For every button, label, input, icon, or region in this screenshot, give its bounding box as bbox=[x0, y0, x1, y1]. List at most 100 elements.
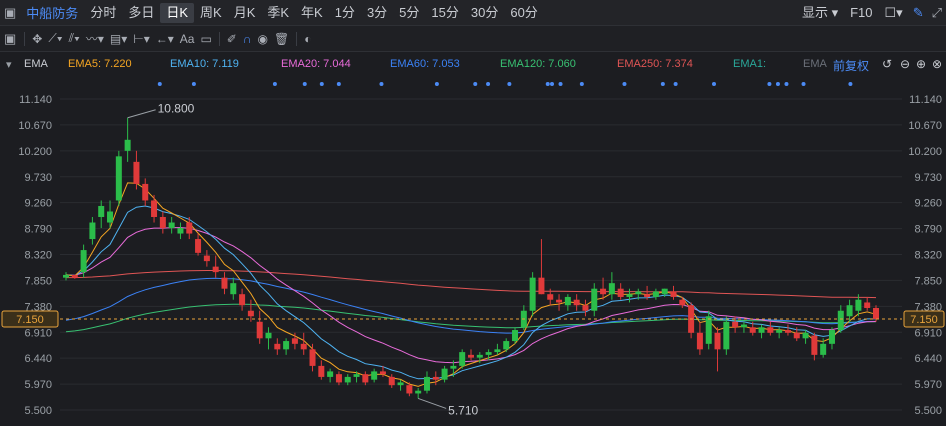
candle-body[interactable] bbox=[115, 156, 122, 201]
candle-body[interactable] bbox=[873, 307, 879, 320]
event-dot[interactable] bbox=[712, 82, 716, 86]
layout-dropdown[interactable]: ☐▾ bbox=[879, 3, 909, 23]
event-dot[interactable] bbox=[558, 82, 563, 86]
candle-body[interactable] bbox=[362, 374, 369, 383]
event-dot[interactable] bbox=[767, 82, 772, 86]
candle-body[interactable] bbox=[195, 239, 202, 253]
candle-body[interactable] bbox=[802, 332, 809, 339]
trash-icon[interactable]: 🗑 bbox=[271, 32, 292, 46]
event-dot[interactable] bbox=[545, 82, 550, 86]
event-dot[interactable] bbox=[473, 82, 478, 86]
candle-body[interactable] bbox=[300, 343, 307, 350]
candle-body[interactable] bbox=[371, 371, 378, 380]
candle-body[interactable] bbox=[837, 310, 844, 331]
candle-body[interactable] bbox=[740, 324, 747, 328]
event-dot[interactable] bbox=[784, 82, 789, 86]
candle-body[interactable] bbox=[793, 332, 800, 339]
candle-body[interactable] bbox=[749, 327, 756, 333]
eraser-icon[interactable]: ✐ bbox=[224, 32, 240, 46]
candle-body[interactable] bbox=[203, 255, 210, 262]
event-dot[interactable] bbox=[191, 82, 196, 86]
candle-body[interactable] bbox=[309, 349, 316, 366]
collapse-icon[interactable]: ▾ bbox=[6, 58, 12, 71]
candle-body[interactable] bbox=[644, 294, 651, 297]
candle-body[interactable] bbox=[327, 371, 334, 377]
candlestick-chart[interactable]: 11.140 11.140 10.670 10.670 10.200 10.200 9.73… bbox=[0, 78, 946, 426]
candle-body[interactable] bbox=[335, 374, 342, 383]
tab-period[interactable]: 月K bbox=[228, 3, 262, 23]
candle-body[interactable] bbox=[556, 299, 563, 303]
tab-period[interactable]: 年K bbox=[295, 3, 329, 23]
tab-period[interactable]: 多日 bbox=[122, 3, 160, 23]
adjust-button[interactable]: 前复权 bbox=[833, 57, 869, 74]
event-dot[interactable] bbox=[336, 82, 341, 86]
tab-period[interactable]: 3分 bbox=[361, 3, 393, 23]
event-dot[interactable] bbox=[579, 82, 584, 86]
candle-body[interactable] bbox=[696, 332, 703, 350]
event-dot[interactable] bbox=[319, 82, 324, 86]
tab-period[interactable]: 30分 bbox=[465, 3, 504, 23]
candle-body[interactable] bbox=[98, 205, 105, 218]
candle-body[interactable] bbox=[80, 250, 87, 273]
candle-body[interactable] bbox=[142, 183, 149, 201]
candle-body[interactable] bbox=[247, 310, 254, 317]
candle-body[interactable] bbox=[864, 302, 871, 308]
candle-body[interactable] bbox=[828, 330, 835, 344]
candle-body[interactable] bbox=[582, 305, 589, 311]
event-dot[interactable] bbox=[272, 82, 277, 86]
candle-body[interactable] bbox=[265, 332, 272, 339]
crosshair-icon[interactable]: ✥ bbox=[29, 32, 45, 46]
candle-body[interactable] bbox=[723, 321, 730, 350]
magnet-icon[interactable]: ∩ bbox=[240, 32, 255, 46]
event-dot[interactable] bbox=[157, 82, 162, 86]
candle-body[interactable] bbox=[274, 343, 281, 350]
undo-icon[interactable]: ↺ bbox=[882, 57, 892, 71]
candle-body[interactable] bbox=[820, 343, 827, 355]
candle-body[interactable] bbox=[600, 288, 607, 295]
event-dot[interactable] bbox=[622, 82, 627, 86]
candle-body[interactable] bbox=[432, 376, 439, 380]
candle-body[interactable] bbox=[186, 222, 193, 234]
candle-body[interactable] bbox=[608, 283, 615, 295]
candle-body[interactable] bbox=[63, 274, 69, 278]
candle-body[interactable] bbox=[397, 382, 404, 386]
event-dot[interactable] bbox=[302, 82, 307, 86]
candle-body[interactable] bbox=[670, 291, 677, 297]
range-tool-icon[interactable]: ⊢▾ bbox=[130, 32, 152, 46]
candle-body[interactable] bbox=[573, 299, 580, 306]
candle-body[interactable] bbox=[776, 330, 783, 333]
event-dot[interactable] bbox=[379, 82, 384, 86]
tab-period[interactable]: 季K bbox=[261, 3, 295, 23]
candle-body[interactable] bbox=[71, 274, 78, 278]
candle-body[interactable] bbox=[151, 200, 158, 218]
candle-body[interactable] bbox=[855, 299, 862, 311]
pen-icon[interactable]: ✎ bbox=[909, 5, 928, 21]
wave-tool-icon[interactable]: 〰▾ bbox=[83, 30, 107, 47]
tab-period[interactable]: 5分 bbox=[393, 3, 425, 23]
candle-body[interactable] bbox=[212, 266, 219, 273]
event-dot[interactable] bbox=[775, 82, 780, 86]
candle-body[interactable] bbox=[661, 288, 668, 295]
event-dot[interactable] bbox=[660, 82, 665, 86]
candle-body[interactable] bbox=[758, 327, 765, 333]
candle-body[interactable] bbox=[256, 321, 263, 339]
candle-body[interactable] bbox=[547, 294, 554, 300]
candle-body[interactable] bbox=[388, 376, 395, 386]
candle-body[interactable] bbox=[159, 217, 166, 229]
candle-body[interactable] bbox=[635, 291, 642, 295]
candle-body[interactable] bbox=[441, 368, 448, 380]
tab-period[interactable]: 周K bbox=[194, 3, 228, 23]
tab-period[interactable]: 60分 bbox=[504, 3, 543, 23]
expand-icon[interactable]: ⤢ bbox=[928, 5, 946, 21]
candle-body[interactable] bbox=[230, 283, 237, 295]
eye-icon[interactable]: ◉ bbox=[254, 32, 270, 46]
candle-body[interactable] bbox=[476, 354, 483, 358]
candle-body[interactable] bbox=[133, 161, 140, 184]
arrow-tool-icon[interactable]: ←▾ bbox=[153, 32, 177, 46]
candle-body[interactable] bbox=[494, 349, 501, 353]
candle-body[interactable] bbox=[529, 277, 536, 311]
comment-icon[interactable]: ▭ bbox=[197, 32, 214, 46]
channel-tool-icon[interactable]: ⫽▾ bbox=[66, 31, 83, 46]
candle-body[interactable] bbox=[318, 365, 325, 377]
event-dot[interactable] bbox=[673, 82, 678, 86]
